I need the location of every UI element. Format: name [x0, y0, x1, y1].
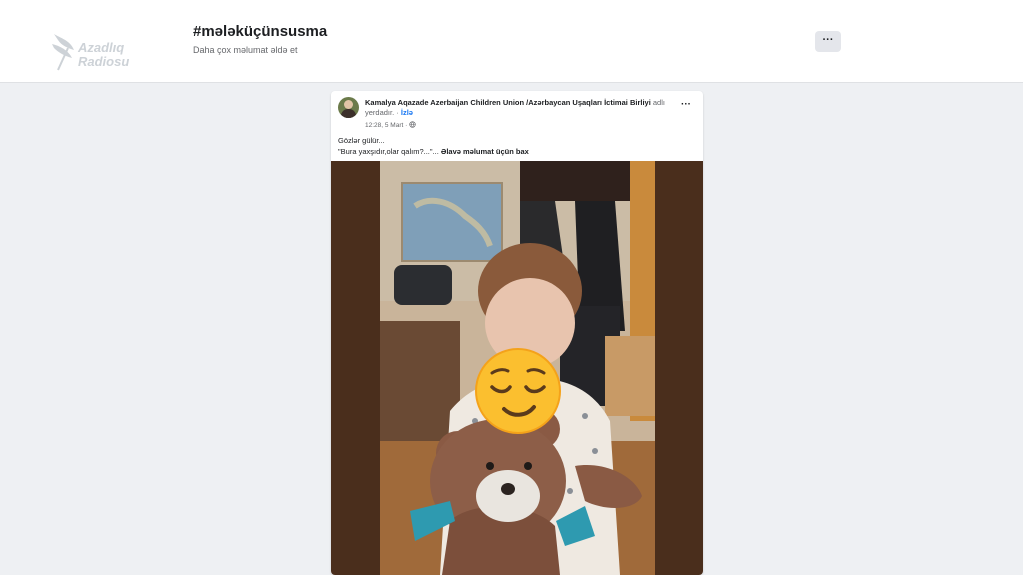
post-text: Gözlər gülür... "Bura yaxşıdır,olar qalı… — [338, 135, 688, 157]
author-name-link[interactable]: Kamalya Aqazade Azerbaijan Children Unio… — [365, 98, 651, 107]
avatar-face — [344, 100, 353, 109]
logo-line-2: Radiosu — [78, 54, 130, 69]
post-options-button[interactable]: ··· — [681, 99, 691, 110]
post-line-1: Gözlər gülür... — [338, 136, 385, 145]
post-line-2: "Bura yaxşıdır,olar qalım?..."... Əlavə … — [338, 146, 688, 157]
post-timestamp[interactable]: 12:28, 5 Mart · — [365, 121, 416, 129]
avatar-body — [341, 109, 356, 118]
globe-icon — [409, 121, 416, 128]
post-photo[interactable] — [331, 161, 703, 575]
more-options-button[interactable]: ··· — [815, 31, 841, 52]
post-quote: "Bura yaxşıdır,olar qalım?..."... — [338, 147, 441, 156]
page-title: #mələküçünsusma — [193, 23, 328, 40]
post-card: Kamalya Aqazade Azerbaijan Children Unio… — [331, 91, 703, 575]
azadliq-radiosu-logo[interactable]: Azadlıq Radiosu — [50, 30, 140, 74]
relieved-face-emoji-icon — [475, 348, 561, 434]
logo-text: Azadlıq Radiosu — [78, 41, 148, 69]
see-more-link[interactable]: Əlavə məlumat üçün bax — [441, 147, 529, 156]
location-text: yerdadır. · — [365, 108, 401, 117]
logo-line-1: Azadlıq — [78, 40, 125, 55]
hashtag-header: Azadlıq Radiosu #mələküçünsusma Daha çox… — [0, 0, 1023, 83]
photo-content — [380, 161, 655, 575]
learn-more-link[interactable]: Daha çox məlumat əldə et — [193, 45, 298, 55]
author-suffix: adlı — [650, 98, 665, 107]
timestamp-text: 12:28, 5 Mart · — [365, 122, 410, 129]
post-author-line: Kamalya Aqazade Azerbaijan Children Unio… — [365, 98, 680, 118]
feather-logo-icon — [52, 34, 74, 71]
avatar[interactable] — [338, 97, 359, 118]
follow-button[interactable]: İzlə — [401, 108, 413, 117]
